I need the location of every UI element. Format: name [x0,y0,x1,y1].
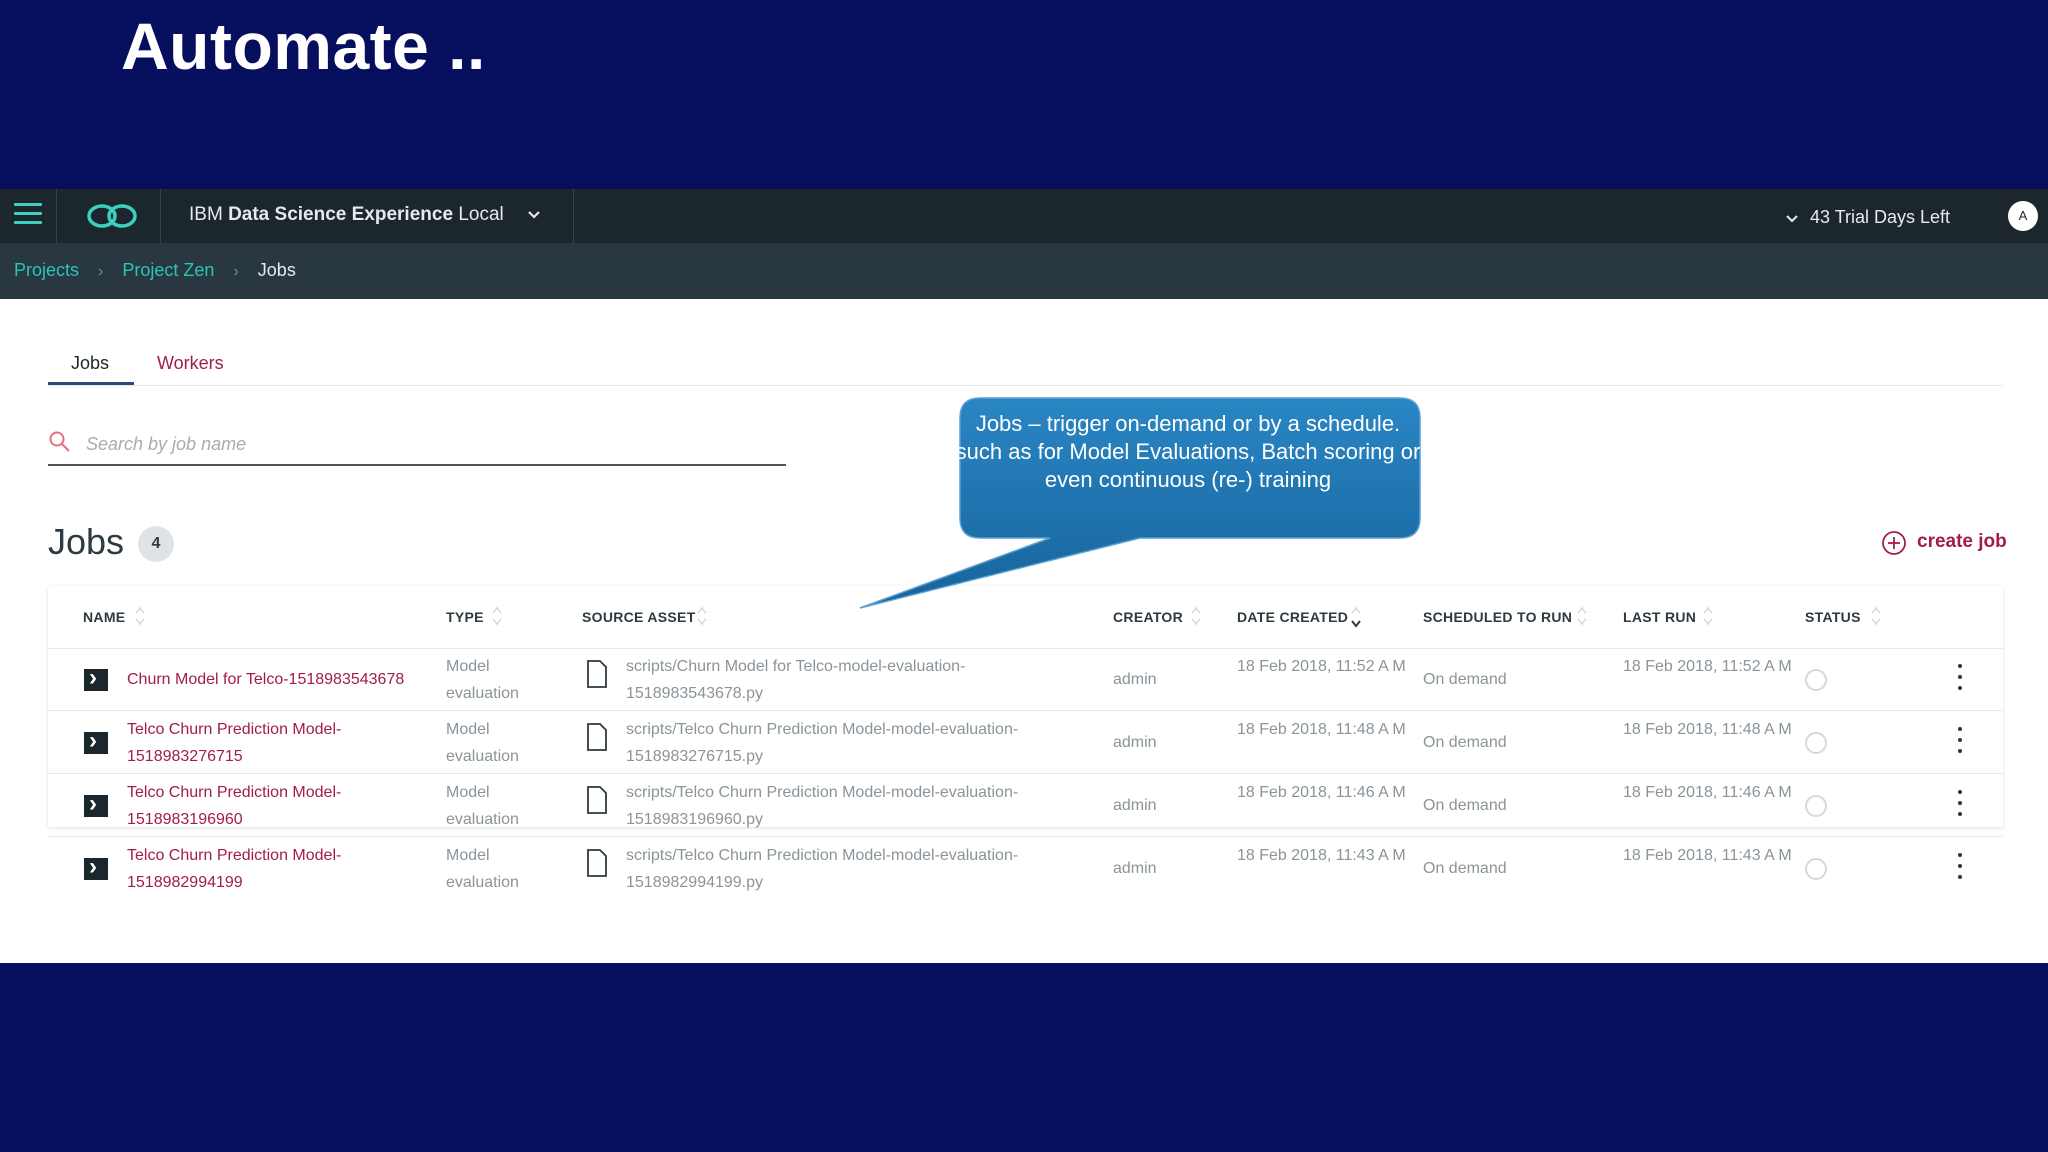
file-icon [587,849,607,877]
avatar[interactable]: A [2008,201,2038,231]
sort-icon[interactable] [696,599,708,633]
row-divider [48,773,2003,774]
source-asset: scripts/Telco Churn Prediction Model-mod… [626,721,1019,765]
search-underline [48,464,786,466]
sort-icon[interactable] [491,599,503,633]
product-switcher[interactable]: IBM Data Science Experience Local [189,204,504,226]
sort-icon[interactable] [134,599,146,633]
tab-jobs[interactable]: Jobs [71,353,109,374]
date-created: 18 Feb 2018, 11:48 A M [1237,721,1406,738]
callout-line: Jobs – trigger on-demand or by a schedul… [975,411,1401,436]
hamburger-icon[interactable] [14,203,42,229]
source-asset: scripts/Churn Model for Telco-model-eval… [626,658,966,702]
tab-workers[interactable]: Workers [157,353,224,374]
create-job-label: create job [1917,531,2007,552]
divider [573,189,574,243]
search-input[interactable] [84,429,788,459]
table-row[interactable]: Telco Churn Prediction Model-15189832767… [48,712,2003,774]
job-type: Model evaluation [446,721,519,765]
sort-icon[interactable] [1702,599,1714,633]
status-circle-icon [1805,858,1827,880]
column-header-last-run[interactable]: LAST RUN [1623,609,1696,625]
search-icon [49,431,70,452]
date-created: 18 Feb 2018, 11:43 A M [1237,847,1406,864]
creator: admin [1113,671,1157,688]
job-type: Model evaluation [446,847,519,891]
job-type: Model evaluation [446,784,519,828]
terminal-icon [84,727,108,755]
creator: admin [1113,734,1157,751]
overflow-menu-icon[interactable] [1955,664,1965,696]
terminal-icon [84,853,108,881]
date-created: 18 Feb 2018, 11:52 A M [1237,658,1406,675]
terminal-icon [84,664,108,692]
breadcrumb-projects[interactable]: Projects [14,260,79,280]
status-circle-icon [1805,795,1827,817]
file-icon [587,723,607,751]
sort-icon[interactable] [1576,599,1588,633]
top-bar: IBM Data Science Experience Local 43 Tri… [0,189,2048,243]
breadcrumb-jobs: Jobs [257,260,296,280]
divider [56,189,57,243]
terminal-icon [84,790,108,818]
scheduled-to-run: On demand [1423,797,1507,814]
add-circle-icon [1882,531,1906,555]
last-run: 18 Feb 2018, 11:52 A M [1623,658,1792,675]
tabs-divider [48,385,2003,386]
breadcrumb-separator-icon: › [233,263,239,280]
column-header-source-asset[interactable]: SOURCE ASSET [582,609,696,625]
last-run: 18 Feb 2018, 11:46 A M [1623,784,1792,801]
table-row[interactable]: Telco Churn Prediction Model-15189829941… [48,838,2003,898]
source-asset: scripts/Telco Churn Prediction Model-mod… [626,784,1019,828]
chevron-down-icon[interactable] [524,205,544,225]
file-icon [587,786,607,814]
creator: admin [1113,797,1157,814]
last-run: 18 Feb 2018, 11:43 A M [1623,847,1792,864]
overflow-menu-icon[interactable] [1955,727,1965,759]
overflow-menu-icon[interactable] [1955,790,1965,822]
scheduled-to-run: On demand [1423,671,1507,688]
overflow-menu-icon[interactable] [1955,853,1965,885]
breadcrumb-separator-icon: › [98,263,104,280]
column-header-scheduled-to-run[interactable]: SCHEDULED TO RUN [1423,609,1572,625]
divider [160,189,161,243]
date-created: 18 Feb 2018, 11:46 A M [1237,784,1406,801]
column-header-type[interactable]: TYPE [446,609,484,625]
callout-line: such as for Model Evaluations, Batch sco… [955,439,1421,492]
dsx-logo-icon[interactable] [84,200,140,232]
column-header-status[interactable]: STATUS [1805,609,1861,625]
status-circle-icon [1805,732,1827,754]
product-prefix: IBM [189,204,223,225]
breadcrumb-project-zen[interactable]: Project Zen [122,260,214,280]
row-divider [48,710,2003,711]
job-name-link[interactable]: Telco Churn Prediction Model-15189832767… [127,716,427,770]
row-divider [48,836,2003,837]
job-type: Model evaluation [446,658,519,702]
breadcrumb-bar: Projects › Project Zen › Jobs [0,243,2048,299]
product-suffix: Local [458,204,504,225]
sort-icon[interactable] [1870,599,1882,633]
trial-days-label[interactable]: 43 Trial Days Left [1810,207,1950,228]
status-circle-icon [1805,669,1827,691]
active-tab-indicator [48,382,134,385]
breadcrumb: Projects › Project Zen › Jobs [14,260,296,281]
job-name-link[interactable]: Telco Churn Prediction Model-15189831969… [127,779,427,833]
slide-title: Automate .. [121,9,486,83]
last-run: 18 Feb 2018, 11:48 A M [1623,721,1792,738]
file-icon [587,660,607,688]
section-title: Jobs [48,521,125,562]
scheduled-to-run: On demand [1423,860,1507,877]
table-row[interactable]: Churn Model for Telco-1518983543678 Mode… [48,649,2003,711]
job-name-link[interactable]: Telco Churn Prediction Model-15189829941… [127,842,427,896]
product-name: Data Science Experience [228,204,454,225]
creator: admin [1113,860,1157,877]
jobs-count-badge: 4 [138,526,174,562]
chevron-down-icon[interactable] [1783,209,1801,227]
job-name-link[interactable]: Churn Model for Telco-1518983543678 [127,666,427,693]
column-header-name[interactable]: NAME [83,609,125,625]
callout-text: Jobs – trigger on-demand or by a schedul… [954,410,1422,494]
table-row[interactable]: Telco Churn Prediction Model-15189831969… [48,775,2003,837]
source-asset: scripts/Telco Churn Prediction Model-mod… [626,847,1019,891]
scheduled-to-run: On demand [1423,734,1507,751]
